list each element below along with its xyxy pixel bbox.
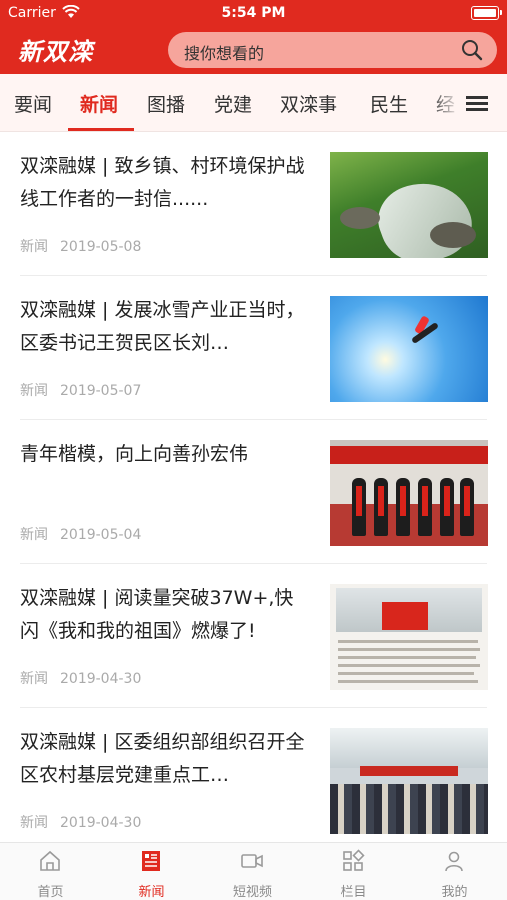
article-title[interactable]: 双滦融媒 | 阅读量突破37W+,快闪《我和我的祖国》燃爆了!	[20, 582, 310, 648]
bottom-tab-label: 新闻	[138, 885, 165, 900]
article-item[interactable]: 双滦融媒 | 致乡镇、村环境保护战线工作者的一封信...... 新闻 2019-0…	[0, 132, 507, 276]
active-tab-indicator	[68, 128, 134, 131]
article-thumbnail[interactable]	[330, 728, 488, 834]
profile-icon	[445, 851, 463, 872]
menu-icon[interactable]	[462, 92, 494, 116]
news-icon	[142, 851, 160, 871]
app-header: 新双滦 搜你想看的	[0, 26, 507, 74]
tab-xinwen[interactable]: 新闻	[80, 90, 118, 117]
video-icon	[241, 854, 263, 868]
tab-tubo[interactable]: 图播	[147, 90, 185, 117]
bottom-tab-bar: 首页 新闻 短视频 栏目 我的	[0, 842, 507, 900]
bottom-tab-profile[interactable]: 我的	[404, 843, 505, 900]
tabs-fade	[430, 74, 460, 131]
article-date: 2019-05-04	[60, 527, 142, 543]
app-logo[interactable]: 新双滦	[18, 32, 93, 67]
article-title[interactable]: 双滦融媒 | 区委组织部组织召开全区农村基层党建重点工…	[20, 726, 310, 792]
article-item[interactable]: 双滦融媒 | 阅读量突破37W+,快闪《我和我的祖国》燃爆了! 新闻 2019-0…	[0, 564, 507, 708]
article-item[interactable]: 双滦融媒 | 发展冰雪产业正当时，区委书记王贺民区长刘… 新闻 2019-05-0…	[0, 276, 507, 420]
article-meta: 新闻 2019-05-07	[20, 380, 141, 400]
home-icon	[40, 850, 60, 871]
category-tabs: 要闻 新闻 图播 党建 双滦事 民生 经	[0, 74, 507, 132]
article-title[interactable]: 双滦融媒 | 致乡镇、村环境保护战线工作者的一封信......	[20, 150, 310, 216]
article-thumbnail[interactable]	[330, 296, 488, 402]
search-placeholder[interactable]: 搜你想看的	[184, 40, 264, 64]
article-item[interactable]: 双滦融媒 | 区委组织部组织召开全区农村基层党建重点工… 新闻 2019-04-3…	[0, 708, 507, 852]
bottom-tab-label: 首页	[37, 885, 64, 900]
article-meta: 新闻 2019-05-08	[20, 236, 141, 256]
article-category: 新闻	[20, 815, 48, 831]
bottom-tab-label: 栏目	[340, 885, 367, 900]
article-thumbnail[interactable]	[330, 584, 488, 690]
article-date: 2019-05-08	[60, 239, 142, 255]
article-meta: 新闻 2019-04-30	[20, 668, 141, 688]
article-item[interactable]: 青年楷模，向上向善孙宏伟 新闻 2019-05-04	[0, 420, 507, 564]
app-screen: Carrier 5:54 PM 新双滦 搜你想看的 要闻 新闻 图播 党建 双滦…	[0, 0, 507, 900]
bottom-tab-label: 短视频	[232, 885, 272, 900]
status-bar: Carrier 5:54 PM	[0, 0, 507, 26]
article-category: 新闻	[20, 671, 48, 687]
article-category: 新闻	[20, 527, 48, 543]
article-title[interactable]: 双滦融媒 | 发展冰雪产业正当时，区委书记王贺民区长刘…	[20, 294, 310, 360]
bottom-tab-columns[interactable]: 栏目	[303, 843, 404, 900]
article-meta: 新闻 2019-05-04	[20, 524, 141, 544]
bottom-tab-home[interactable]: 首页	[0, 843, 101, 900]
article-date: 2019-04-30	[60, 671, 142, 687]
tab-yaowen[interactable]: 要闻	[14, 90, 52, 117]
article-thumbnail[interactable]	[330, 440, 488, 546]
grid-icon	[343, 849, 365, 871]
article-date: 2019-05-07	[60, 383, 142, 399]
clock: 5:54 PM	[221, 5, 286, 21]
article-category: 新闻	[20, 239, 48, 255]
tab-dangjian[interactable]: 党建	[214, 90, 252, 117]
article-meta: 新闻 2019-04-30	[20, 812, 141, 832]
article-category: 新闻	[20, 383, 48, 399]
bottom-tab-video[interactable]: 短视频	[202, 843, 303, 900]
article-date: 2019-04-30	[60, 815, 142, 831]
bottom-tab-news[interactable]: 新闻	[101, 843, 202, 900]
bottom-tab-label: 我的	[441, 885, 468, 900]
search-icon[interactable]	[461, 39, 483, 61]
tab-shuangluanshi[interactable]: 双滦事	[280, 90, 337, 117]
article-title[interactable]: 青年楷模，向上向善孙宏伟	[20, 438, 310, 471]
article-thumbnail[interactable]	[330, 152, 488, 258]
tab-minsheng[interactable]: 民生	[370, 90, 408, 117]
search-bar[interactable]: 搜你想看的	[168, 32, 497, 68]
battery-icon	[471, 6, 502, 20]
